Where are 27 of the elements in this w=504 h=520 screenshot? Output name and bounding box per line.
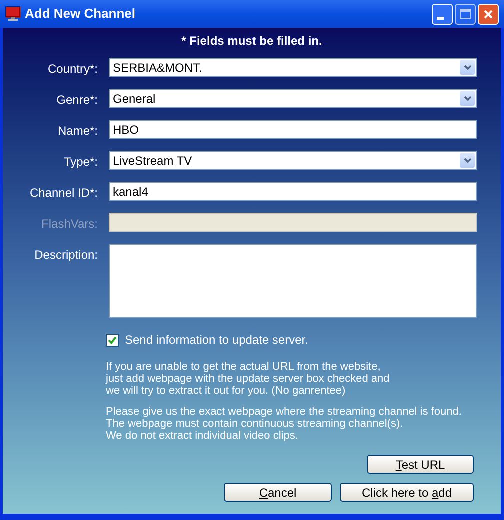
close-icon[interactable] — [483, 8, 494, 20]
text-field[interactable]: kanal4 — [109, 182, 477, 201]
add-button[interactable]: Click here to add — [340, 483, 474, 502]
field-label: Description: — [34, 247, 98, 264]
minimize-button[interactable] — [432, 4, 453, 24]
dropdown-field[interactable]: SERBIA&MONT. — [109, 58, 477, 77]
dropdown-field[interactable]: General — [109, 89, 477, 108]
description-field[interactable] — [109, 244, 477, 318]
maximize-button[interactable] — [455, 4, 476, 24]
required-fields-notice: * Fields must be filled in. — [182, 33, 322, 50]
dropdown-field[interactable]: LiveStream TV — [109, 151, 477, 170]
window-title: Add New Channel — [25, 5, 136, 24]
cancel-button[interactable]: Cancel — [224, 483, 332, 502]
test-url-button[interactable]: Test URL — [367, 455, 474, 474]
field-label: Name*: — [58, 123, 98, 140]
field-label: Channel ID*: — [30, 185, 98, 202]
info-paragraph: If you are unable to get the actual URL from the website, just add webpage with the update server box checked and we will try to extract it out for you. (No ganrentee) — [106, 361, 391, 397]
monitor-icon — [5, 6, 21, 22]
checkbox[interactable] — [106, 334, 119, 346]
close-button[interactable] — [478, 4, 499, 24]
field-label: Type*: — [64, 154, 98, 171]
info-paragraph: Please give us the exact webpage where the streaming channel is found. The webpage must contain continuous streaming channel(s). We do not extract individual video clips. — [106, 406, 463, 442]
text-field[interactable]: HBO — [109, 120, 477, 139]
field-label: FlashVars: — [42, 216, 98, 233]
field-label: Genre*: — [56, 92, 98, 109]
field-label: Country*: — [48, 61, 98, 78]
checkbox-label: Send information to update server. — [125, 332, 308, 349]
